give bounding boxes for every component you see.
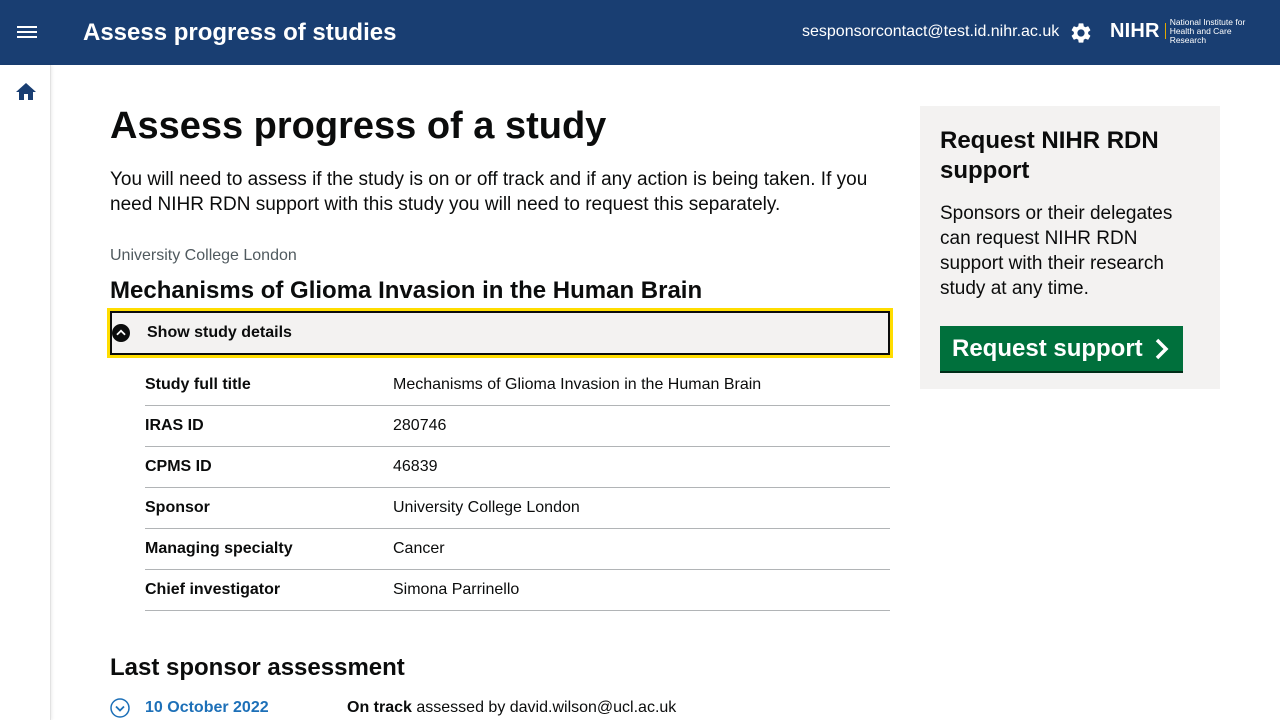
user-email: sesponsorcontact@test.id.nihr.ac.uk — [802, 23, 1060, 40]
details-value: 46839 — [393, 458, 438, 475]
request-support-title: Request NIHR RDN support — [940, 127, 1159, 184]
study-title: Mechanisms of Glioma Invasion in the Hum… — [110, 277, 703, 304]
details-key: IRAS ID — [145, 417, 204, 434]
details-row: Managing specialty Cancer — [145, 529, 890, 570]
last-assessment-heading: Last sponsor assessment — [110, 654, 405, 681]
request-support-panel: Request NIHR RDN support Sponsors or the… — [920, 106, 1220, 389]
details-key: CPMS ID — [145, 458, 212, 475]
details-value: Mechanisms of Glioma Invasion in the Hum… — [393, 376, 762, 393]
request-support-button[interactable]: Request support — [940, 326, 1183, 371]
details-value: University College London — [393, 499, 580, 516]
intro-text: You will need to assess if the study is … — [110, 169, 868, 215]
request-support-label: Request support — [952, 334, 1143, 362]
logo-sub-text: National Institute for Health and Care R… — [1169, 16, 1246, 45]
assessment-date-link[interactable]: 10 October 2022 — [145, 699, 269, 717]
nihr-logo[interactable]: NIHR National Institute for Health and C… — [1110, 16, 1268, 45]
top-header: Assess progress of studies sesponsorcont… — [0, 0, 1280, 65]
gear-icon[interactable] — [1069, 21, 1093, 45]
logo-divider — [1164, 23, 1166, 39]
page-title: Assess progress of a study — [110, 105, 607, 147]
assessment-by: assessed by david.wilson@ucl.ac.uk — [416, 699, 677, 716]
toggle-label: Show study details — [147, 324, 292, 341]
details-value: Cancer — [393, 540, 445, 557]
details-row: IRAS ID 280746 — [145, 406, 890, 447]
details-key: Sponsor — [145, 499, 210, 516]
chevron-right-icon — [1155, 338, 1169, 359]
details-key: Study full title — [145, 376, 251, 393]
details-key: Chief investigator — [145, 581, 281, 598]
chevron-down-circle-icon[interactable] — [110, 698, 130, 718]
details-row: Chief investigator Simona Parrinello — [145, 570, 890, 611]
details-row: Study full title Mechanisms of Glioma In… — [145, 365, 890, 406]
chevron-up-circle-icon — [112, 324, 130, 342]
details-row: CPMS ID 46839 — [145, 447, 890, 488]
main-content: Assess progress of a study You will need… — [107, 105, 893, 718]
details-value: 280746 — [393, 417, 447, 434]
sidebar — [0, 65, 51, 720]
logo-main-text: NIHR — [1110, 20, 1160, 42]
details-value: Simona Parrinello — [393, 581, 520, 598]
menu-icon[interactable] — [14, 21, 40, 45]
assessment-status: On track — [347, 699, 412, 716]
show-study-details-toggle[interactable]: Show study details — [107, 308, 893, 358]
assessment-summary: On track assessed by david.wilson@ucl.ac… — [347, 699, 676, 717]
details-row: Sponsor University College London — [145, 488, 890, 529]
study-details-list: Study full title Mechanisms of Glioma In… — [145, 365, 890, 611]
details-key: Managing specialty — [145, 540, 293, 557]
request-support-text: Sponsors or their delegates can request … — [940, 203, 1173, 299]
app-title: Assess progress of studies — [83, 19, 397, 46]
organisation-caption: University College London — [110, 247, 297, 264]
home-icon[interactable] — [14, 80, 38, 104]
assessment-row: 10 October 2022 On track assessed by dav… — [110, 696, 890, 720]
